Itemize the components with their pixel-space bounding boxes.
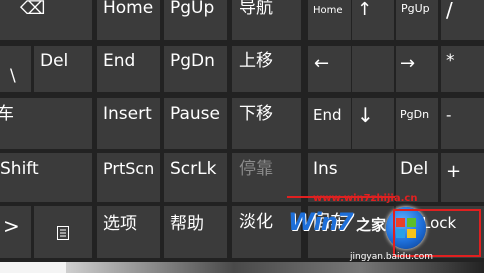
end-key[interactable]: End [97, 46, 160, 92]
key-label: Pause [170, 104, 220, 124]
home-key[interactable]: Home [97, 0, 160, 40]
key-label: End [313, 106, 342, 124]
key-label: Insert [103, 104, 152, 124]
key-label: PgDn [170, 51, 215, 71]
chevron-right-icon: > [3, 214, 20, 238]
key-label: PgDn [400, 108, 430, 121]
pgdn-key[interactable]: PgDn [164, 46, 227, 92]
key-label: 导航 [239, 0, 273, 18]
del-key[interactable]: Del [34, 46, 92, 92]
key-label: 上移 [239, 51, 273, 71]
bottom-photo-strip [0, 262, 484, 273]
left-arrow-icon: ← [314, 53, 330, 74]
right-arrow-key[interactable]: → [396, 46, 438, 92]
options-key[interactable]: 选项 [97, 206, 160, 258]
key-label: / [446, 0, 453, 22]
key-label: Del [400, 159, 429, 179]
insert-key[interactable]: Insert [97, 98, 160, 149]
key-label: Del [40, 51, 69, 71]
plus-key[interactable]: + [441, 153, 484, 202]
move-up-key[interactable]: 上移 [232, 46, 301, 92]
end-small-key[interactable]: End [308, 98, 351, 149]
nav-key[interactable]: 导航 [232, 0, 301, 40]
photo-fragment [66, 262, 484, 273]
backspace-key[interactable]: ⌫ [0, 0, 92, 40]
enter-key[interactable]: 车 [0, 98, 92, 149]
scrlk-key[interactable]: ScrLk [164, 153, 227, 202]
key-label: 停靠 [239, 159, 273, 179]
shift-key[interactable]: Shift [0, 153, 92, 202]
prtscn-key[interactable]: PrtScn [97, 153, 160, 202]
menu-key[interactable] [34, 206, 92, 258]
watermark-brand: Win7 [288, 208, 353, 236]
key-label: + [446, 161, 462, 182]
key-label: 帮助 [170, 214, 204, 234]
key-label: PgUp [170, 0, 215, 18]
key-label: Ins [313, 159, 338, 179]
backspace-icon: ⌫ [20, 0, 46, 19]
key-label: PrtScn [103, 159, 155, 178]
up-arrow-key[interactable]: ↑ [352, 0, 394, 40]
move-down-key[interactable]: 下移 [232, 98, 301, 149]
blank-key[interactable] [352, 46, 394, 92]
pause-key[interactable]: Pause [164, 98, 227, 149]
gt-key[interactable]: > [0, 206, 31, 258]
pgup-small-key[interactable]: PgUp [396, 0, 438, 40]
home-small-key[interactable]: Home [308, 0, 351, 40]
backslash-key[interactable]: \ [0, 46, 31, 92]
up-arrow-icon: ↑ [357, 0, 373, 20]
help-key[interactable]: 帮助 [164, 206, 227, 258]
key-label: End [103, 51, 136, 71]
key-label: ScrLk [170, 159, 217, 179]
key-label: Shift [0, 159, 39, 179]
down-arrow-icon: ↓ [357, 103, 374, 127]
watermark-suffix: 之家 [356, 216, 387, 234]
key-label: 车 [0, 104, 14, 124]
slash-key[interactable]: / [441, 0, 484, 40]
key-label: 下移 [239, 104, 273, 124]
watermark-baidu: jingyan.baidu.com [350, 252, 434, 262]
key-label: * [446, 51, 455, 71]
left-arrow-key[interactable]: ← [308, 46, 351, 92]
pgup-key[interactable]: PgUp [164, 0, 227, 40]
menu-icon [57, 226, 69, 240]
pgdn-small-key[interactable]: PgDn [396, 98, 438, 149]
key-label: \ [10, 66, 16, 86]
dock-key[interactable]: 停靠 [232, 153, 301, 202]
key-label: - [446, 106, 452, 124]
minus-key[interactable]: - [441, 98, 484, 149]
key-label: PgUp [401, 2, 430, 15]
key-label: Home [313, 5, 343, 16]
down-arrow-key[interactable]: ↓ [352, 98, 394, 149]
key-label: 淡化 [239, 212, 273, 232]
right-arrow-icon: → [400, 53, 416, 74]
key-label: 选项 [103, 214, 137, 234]
highlight-box [393, 209, 481, 257]
key-label: Home [103, 0, 154, 18]
asterisk-key[interactable]: * [441, 46, 484, 92]
watermark-url: www.win7zhijia.cn [313, 193, 418, 204]
